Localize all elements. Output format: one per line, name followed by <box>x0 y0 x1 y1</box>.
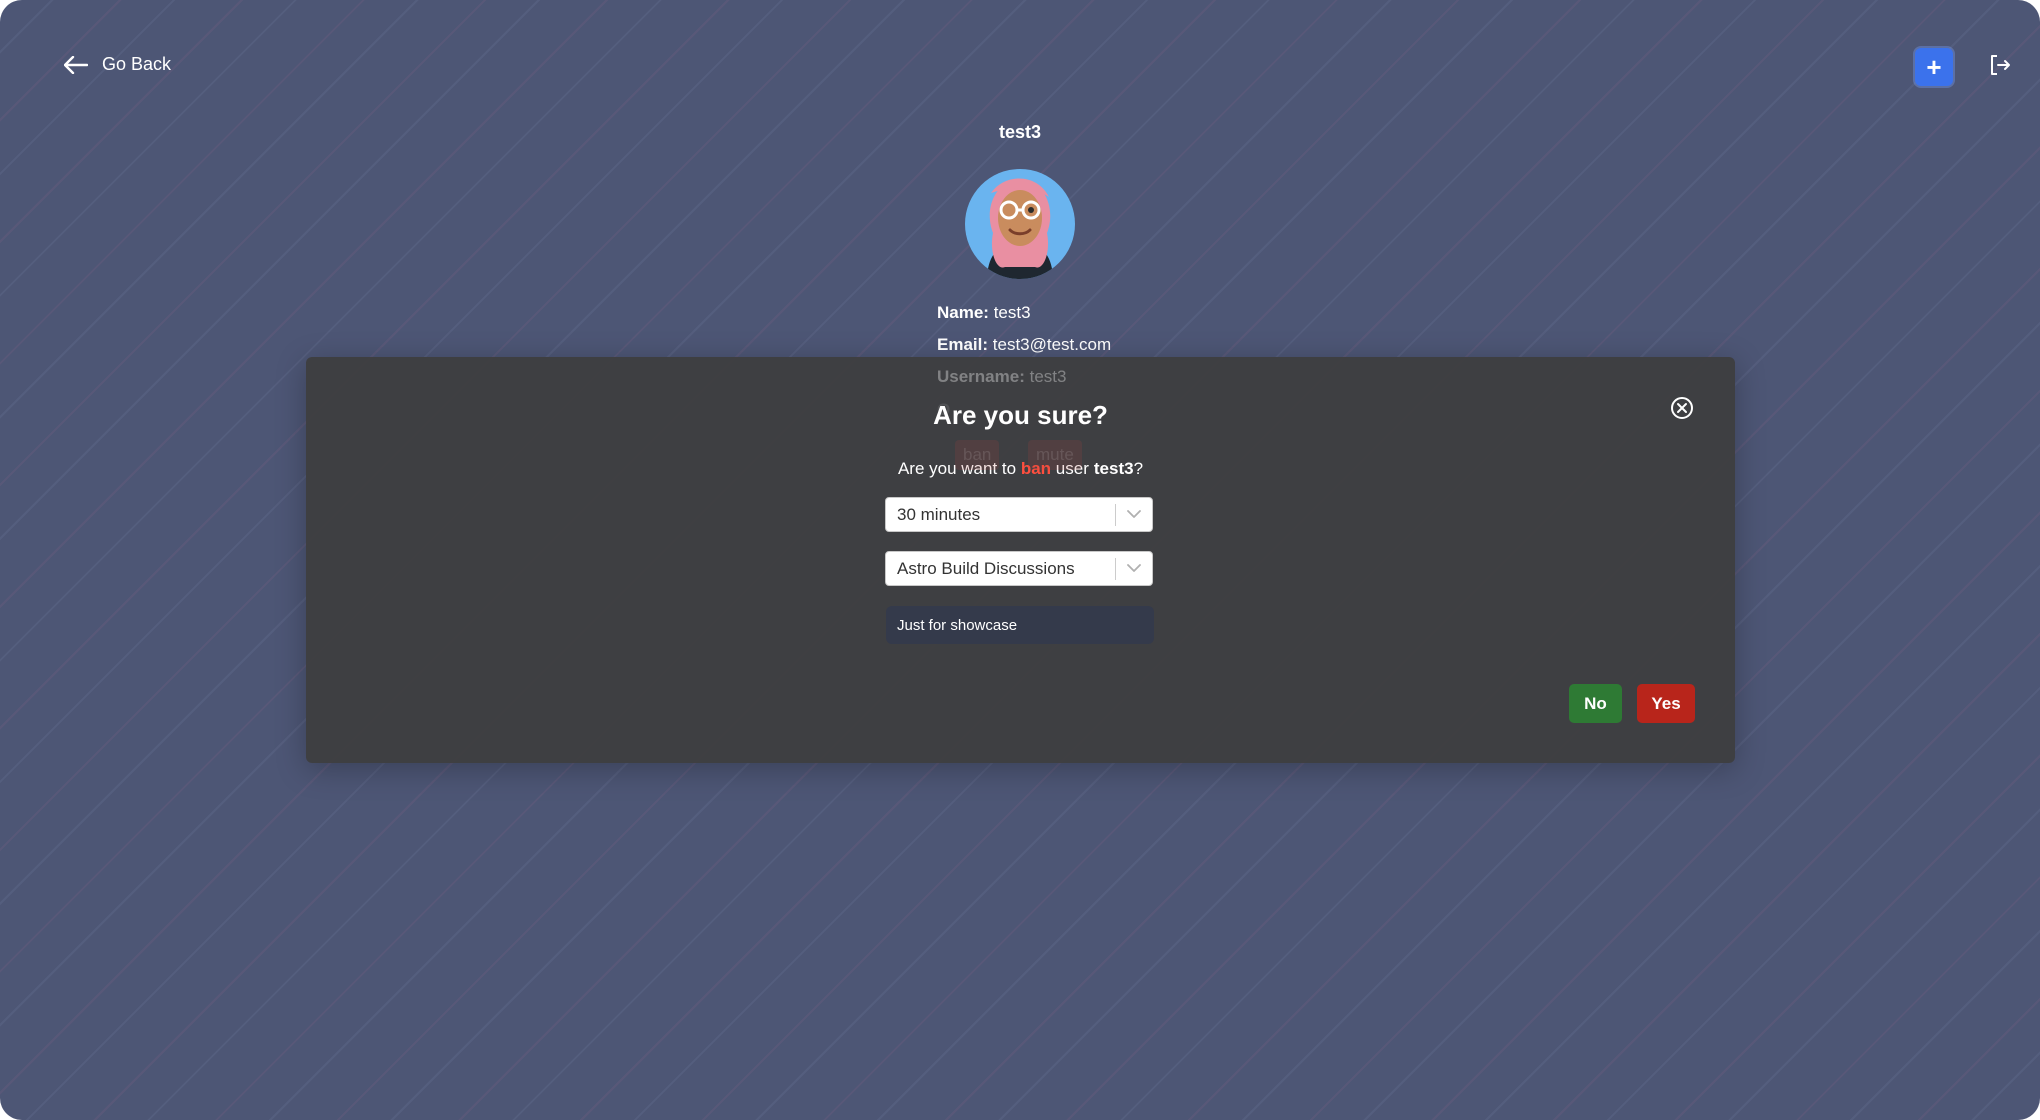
scope-select-value: Astro Build Discussions <box>897 558 1075 578</box>
close-circle-icon <box>1670 397 1694 424</box>
modal-title: Are you sure? <box>933 400 1108 430</box>
mute-button-behind: mute <box>1028 440 1082 470</box>
go-back-button[interactable]: Go Back <box>64 54 171 75</box>
logout-icon <box>1988 53 2012 82</box>
profile-name-line: Name: test3 <box>937 303 1031 323</box>
yes-button[interactable]: Yes <box>1637 684 1695 723</box>
confirm-modal: Are you sure? Are you want to ban user te… <box>306 357 1735 763</box>
ban-button-behind: ban <box>955 440 1000 470</box>
no-button[interactable]: No <box>1569 684 1622 723</box>
profile-title: test3 <box>998 122 1042 142</box>
avatar <box>965 163 1075 281</box>
email-value: test3@test.com <box>992 335 1112 354</box>
app-window: Go Back + test3 Name: test3 Email: test3… <box>0 0 2040 1120</box>
profile-email-line: Email: test3@test.com <box>937 335 1111 355</box>
logout-button[interactable] <box>1985 52 2015 82</box>
question-suffix: ? <box>1133 459 1144 478</box>
duration-select[interactable]: 30 minutes <box>885 497 1153 532</box>
arrow-left-icon <box>64 55 88 74</box>
plus-icon: + <box>1926 52 1942 82</box>
chevron-down-icon[interactable] <box>1116 510 1152 519</box>
profile-hidden-line: O <box>937 400 951 419</box>
go-back-label: Go Back <box>102 54 172 74</box>
profile-username-line: Username: test3 <box>937 367 1066 387</box>
name-value: test3 <box>993 303 1031 322</box>
username-value: test3 <box>1029 367 1067 386</box>
username-label: Username: <box>937 367 1025 386</box>
duration-select-value: 30 minutes <box>897 504 981 524</box>
modal-question: Are you want to ban user test3? <box>306 459 1735 479</box>
question-target-user: test3 <box>1093 459 1134 478</box>
reason-input[interactable] <box>886 606 1154 644</box>
scope-select[interactable]: Astro Build Discussions <box>885 551 1153 586</box>
close-modal-button[interactable] <box>1670 396 1694 420</box>
email-label: Email: <box>937 335 989 354</box>
chevron-down-icon[interactable] <box>1116 564 1152 573</box>
name-label: Name: <box>937 303 989 322</box>
add-button[interactable]: + <box>1915 48 1953 86</box>
